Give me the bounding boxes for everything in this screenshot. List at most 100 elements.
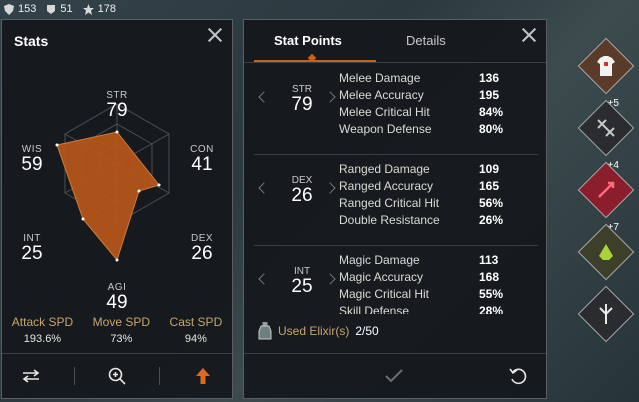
axis-str: STR 79 (87, 90, 147, 121)
cast-spd-label: Cast SPD (169, 315, 223, 329)
row-value: 168 (479, 270, 500, 284)
row-value: 195 (479, 88, 500, 102)
elixir-bottle-icon (258, 322, 272, 340)
row-name: Magic Critical Hit (339, 287, 430, 301)
row-name: Double Resistance (339, 213, 440, 227)
axis-agi: AGI 49 (87, 282, 147, 313)
stat-abbr-value: 25 (291, 276, 313, 297)
tab-details[interactable]: Details (406, 33, 446, 48)
cast-spd-value: 94% (184, 333, 207, 345)
stat-radar: STR 79 CON 41 DEX 26 AGI 49 INT 25 WIS 5… (2, 60, 232, 320)
stat-abbr: DEX 26 (272, 175, 332, 206)
stat-abbr: STR 79 (272, 84, 332, 115)
equipment-slot[interactable]: +4 (577, 99, 635, 171)
reset-icon (509, 368, 527, 385)
row-name: Ranged Damage (339, 162, 430, 176)
swap-button[interactable] (15, 362, 47, 390)
equipment-column: +5 +4 +7 (577, 37, 635, 356)
equipment-slot[interactable] (577, 285, 635, 343)
reset-button[interactable] (502, 362, 534, 390)
red-weapon-icon (598, 181, 615, 198)
zoom-button[interactable] (101, 362, 133, 390)
equipment-slot[interactable]: +7 (577, 161, 635, 233)
axis-wis: WIS 59 (2, 144, 62, 175)
star-currency-icon (82, 3, 94, 15)
list-item: Ranged Critical Hit 56% (339, 195, 529, 212)
move-spd-value: 73% (110, 333, 133, 345)
stat-block-int: INT 25 Magic Damage 113 Magic Accuracy 168… (254, 246, 538, 314)
row-name: Magic Accuracy (339, 270, 424, 284)
cast-spd: Cast SPD 94% (170, 315, 223, 345)
level-up-button[interactable] (187, 362, 219, 390)
row-name: Skill Defense (339, 304, 410, 314)
tab-bar: Stat Points Details (244, 20, 546, 63)
move-spd: Move SPD 73% (93, 315, 150, 345)
elixir-label: Used Elixir(s) (278, 324, 350, 338)
white-gear-icon (599, 304, 613, 324)
stat-rows: Magic Damage 113 Magic Accuracy 168 Magic … (339, 252, 529, 314)
speed-row: Attack SPD 193.6% Move SPD 73% Cast SPD … (2, 315, 232, 345)
list-item: Ranged Damage 109 (339, 161, 529, 178)
attack-spd: Attack SPD 193.6% (12, 315, 73, 345)
chevron-left-icon[interactable] (258, 182, 270, 194)
row-name: Ranged Accuracy (339, 179, 434, 193)
chevron-left-icon[interactable] (258, 273, 270, 285)
points-bottom-bar (244, 353, 546, 398)
row-value: 113 (479, 253, 499, 267)
tab-stat-points[interactable]: Stat Points (274, 33, 342, 48)
stars-count: 178 (97, 3, 116, 15)
axis-int-value: 25 (21, 243, 43, 264)
list-item: Magic Critical Hit 55% (339, 286, 529, 303)
axis-con: CON 41 (172, 144, 232, 175)
shield-currency-icon (4, 3, 14, 15)
elixir-value: 2/50 (355, 324, 379, 338)
green-helmet-icon (599, 244, 613, 260)
elixir-usage: Used Elixir(s) 2/50 (258, 322, 379, 340)
row-name: Ranged Critical Hit (339, 196, 440, 210)
chevron-left-icon[interactable] (258, 91, 270, 103)
stat-block-str: STR 79 Melee Damage 136 Melee Accuracy 195… (254, 64, 538, 155)
confirm-button[interactable] (378, 362, 410, 390)
list-item: Magic Damage 113 (339, 252, 529, 269)
list-item: Weapon Defense 80% (339, 121, 529, 138)
list-item: Skill Defense 28% (339, 303, 529, 314)
list-item: Magic Accuracy 168 (339, 269, 529, 286)
crossbow-icon (597, 119, 615, 137)
stat-rows: Ranged Damage 109 Ranged Accuracy 165 Rang… (339, 161, 529, 229)
stat-block-dex: DEX 26 Ranged Damage 109 Ranged Accuracy 1… (254, 155, 538, 246)
stat-points-panel: Stat Points Details STR 79 Melee Damage 1… (243, 19, 547, 399)
divider (159, 367, 161, 385)
move-spd-label: Move SPD (92, 315, 151, 329)
close-stats-icon[interactable] (208, 28, 222, 42)
row-name: Melee Critical Hit (339, 105, 430, 119)
up-arrow-icon (195, 368, 210, 384)
axis-int: INT 25 (2, 233, 62, 264)
row-value: 109 (479, 162, 500, 176)
close-points-icon[interactable] (522, 28, 536, 42)
currency-shields: 153 (4, 3, 36, 15)
checkmark-icon (385, 369, 403, 383)
equipment-slot[interactable] (577, 223, 635, 281)
row-name: Weapon Defense (339, 122, 432, 136)
row-value: 28% (479, 304, 504, 314)
attack-spd-value: 193.6% (23, 333, 62, 345)
currency-badges: 51 (46, 3, 73, 15)
list-item: Melee Damage 136 (339, 70, 529, 87)
row-value: 56% (479, 196, 504, 210)
equipment-slot[interactable]: +5 (577, 37, 635, 109)
active-tab-indicator (254, 60, 376, 62)
attack-spd-label: Attack SPD (11, 315, 74, 329)
axis-con-value: 41 (191, 154, 213, 175)
axis-wis-value: 59 (21, 154, 43, 175)
badges-count: 51 (60, 3, 73, 15)
shields-count: 153 (18, 3, 37, 15)
stat-abbr-value: 79 (291, 94, 313, 115)
axis-agi-value: 49 (106, 292, 128, 313)
radar-fill (56, 131, 160, 262)
row-value: 26% (479, 213, 504, 227)
row-value: 136 (479, 71, 500, 85)
armor-icon (597, 56, 615, 76)
list-item: Melee Accuracy 195 (339, 87, 529, 104)
currency-stars: 178 (82, 3, 116, 15)
row-name: Melee Damage (339, 71, 421, 85)
